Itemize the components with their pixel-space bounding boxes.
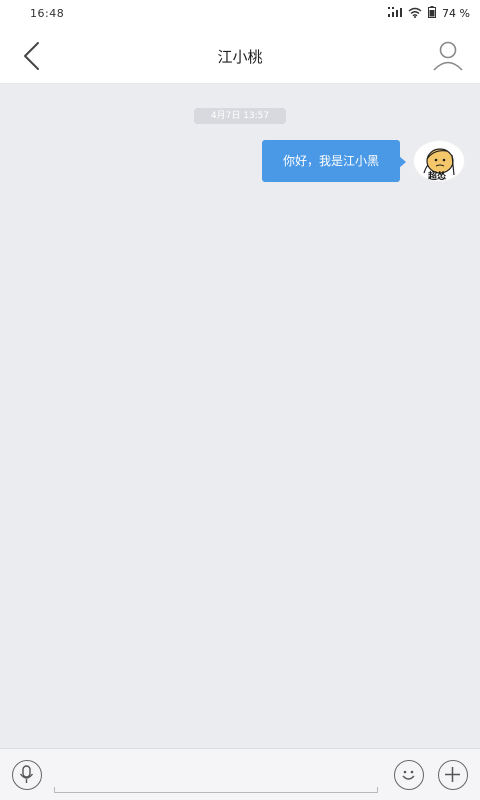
message-row: 你好，我是江小黑 超怂 <box>0 140 480 186</box>
emoji-button[interactable] <box>394 760 424 790</box>
message-list[interactable]: 4月7日 13:57 你好，我是江小黑 超怂 <box>0 84 480 748</box>
more-options-button[interactable] <box>438 760 468 790</box>
avatar-caption: 超怂 <box>428 172 447 182</box>
message-bubble[interactable]: 你好，我是江小黑 <box>262 140 400 182</box>
wifi-icon <box>408 7 422 21</box>
status-time: 16:48 <box>30 7 65 20</box>
status-icons: 74 % <box>388 6 470 21</box>
input-bar <box>0 748 480 800</box>
contact-name: 江小桃 <box>217 48 263 66</box>
message-date: 4月7日 13:57 <box>194 108 286 124</box>
profile-button[interactable] <box>430 38 466 74</box>
signal-icon <box>388 7 403 20</box>
input-underline <box>54 787 378 793</box>
chat-header: 江小桃 <box>0 26 480 84</box>
battery-icon <box>428 6 437 21</box>
person-icon <box>430 41 466 78</box>
microphone-icon <box>13 765 40 792</box>
battery-percentage: 74 % <box>442 7 470 20</box>
status-bar: 16:48 74 % <box>0 0 480 26</box>
voice-button[interactable] <box>12 760 42 790</box>
avatar[interactable]: 超怂 <box>413 140 465 182</box>
smiley-icon <box>395 770 422 792</box>
bubble-tail <box>399 156 406 168</box>
plus-icon <box>439 767 466 792</box>
